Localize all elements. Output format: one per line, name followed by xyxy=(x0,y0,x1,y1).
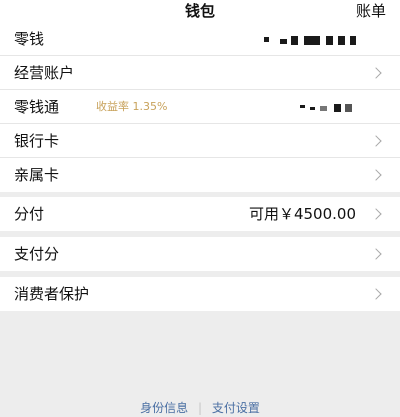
identity-info-link[interactable]: 身份信息 xyxy=(140,401,188,415)
row-bank-card[interactable]: 银行卡 xyxy=(0,124,400,158)
footer-links: 身份信息 | 支付设置 xyxy=(0,401,400,417)
row-family-card[interactable]: 亲属卡 xyxy=(0,158,400,192)
row-payscore-label: 支付分 xyxy=(14,245,60,263)
row-fenfu-label: 分付 xyxy=(14,205,45,223)
row-change-label: 零钱 xyxy=(14,30,45,48)
row-lingqiantong-label: 零钱通 xyxy=(14,98,60,116)
lingqiantong-balance-masked xyxy=(300,90,356,124)
row-lingqiantong[interactable]: 零钱通 收益率 1.35% xyxy=(0,90,400,124)
chevron-right-icon xyxy=(370,135,382,147)
footer-separator: | xyxy=(197,401,203,415)
fenfu-group: 分付 可用￥4500.00 xyxy=(0,197,400,231)
chevron-right-icon xyxy=(370,208,382,220)
payscore-group: 支付分 xyxy=(0,237,400,271)
row-consumer-protection-label: 消费者保护 xyxy=(14,285,90,303)
chevron-right-icon xyxy=(370,169,382,181)
fenfu-available-value: 可用￥4500.00 xyxy=(248,205,356,223)
row-consumer-protection[interactable]: 消费者保护 xyxy=(0,277,400,311)
row-bank-card-label: 银行卡 xyxy=(14,132,60,150)
page-title: 钱包 xyxy=(184,2,215,20)
row-business-account[interactable]: 经营账户 xyxy=(0,56,400,90)
row-business-account-label: 经营账户 xyxy=(14,64,75,82)
wallet-main-group: 零钱 经营账户 零钱通 收益率 1.35% 银行卡 亲属卡 xyxy=(0,22,400,192)
row-fenfu[interactable]: 分付 可用￥4500.00 xyxy=(0,197,400,231)
yield-rate-text: 收益率 1.35% xyxy=(96,100,168,113)
change-balance-masked xyxy=(264,22,356,56)
chevron-right-icon xyxy=(370,248,382,260)
consumer-protection-group: 消费者保护 xyxy=(0,277,400,311)
payment-settings-link[interactable]: 支付设置 xyxy=(212,401,260,415)
row-payscore[interactable]: 支付分 xyxy=(0,237,400,271)
chevron-right-icon xyxy=(370,288,382,300)
bill-button[interactable]: 账单 xyxy=(356,1,386,21)
chevron-right-icon xyxy=(370,67,382,79)
row-family-card-label: 亲属卡 xyxy=(14,166,60,184)
row-change[interactable]: 零钱 xyxy=(0,22,400,56)
top-bar: 钱包 账单 xyxy=(0,0,400,22)
